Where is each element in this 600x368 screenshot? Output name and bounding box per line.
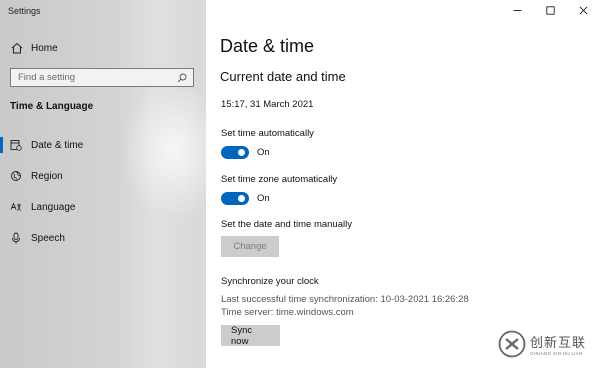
sync-title: Synchronize your clock [221,276,319,287]
calendar-clock-icon [10,140,22,151]
close-button[interactable] [567,3,600,17]
watermark-logo-icon [498,330,526,358]
toggle-state: On [257,147,270,158]
minimize-icon [513,9,522,11]
sidebar-item-date-time[interactable]: Date & time [0,132,206,158]
nav-list: Date & time Region Language Speech [0,132,206,256]
search-input[interactable]: Find a setting [10,68,194,87]
search-placeholder: Find a setting [18,72,76,83]
watermark: 创新互联 CHUANG XIN HU LIAN [498,326,594,362]
home-button[interactable]: Home [10,40,58,56]
section-heading: Current date and time [220,69,346,84]
maximize-button[interactable] [534,3,567,17]
change-button[interactable]: Change [221,236,279,257]
minimize-button[interactable] [501,3,534,17]
current-datetime: 15:17, 31 March 2021 [221,99,314,110]
set-time-auto-row: On [221,146,270,159]
sidebar-item-label: Speech [31,232,65,244]
home-icon [11,42,23,54]
home-label: Home [31,42,58,54]
set-manual-label: Set the date and time manually [221,219,352,230]
search-icon [177,73,187,82]
globe-icon [11,171,21,181]
sidebar-item-label: Region [31,170,63,182]
watermark-text: 创新互联 [530,336,587,351]
set-time-auto-toggle[interactable] [221,146,249,159]
section-title: Time & Language [10,101,94,112]
sidebar: Settings Home Find a setting Time & Lang… [0,0,206,368]
language-icon [10,202,22,211]
sync-now-button[interactable]: Sync now [221,325,280,347]
time-server-text: Time server: time.windows.com [221,307,354,318]
last-sync-text: Last successful time synchronization: 10… [221,294,469,305]
set-timezone-auto-label: Set time zone automatically [221,174,338,185]
page-title: Date & time [220,36,315,56]
window-controls [501,3,600,17]
set-timezone-auto-row: On [221,192,270,205]
maximize-icon [546,5,555,15]
sidebar-item-speech[interactable]: Speech [0,225,206,251]
app-title: Settings [8,6,41,16]
sidebar-item-language[interactable]: Language [0,194,206,220]
set-time-auto-label: Set time automatically [221,128,314,139]
sidebar-item-region[interactable]: Region [0,163,206,189]
main-panel: Date & time Current date and time 15:17,… [206,0,600,368]
sidebar-item-label: Language [31,201,76,213]
close-icon [579,5,588,15]
watermark-subtext: CHUANG XIN HU LIAN [530,351,583,356]
sidebar-item-label: Date & time [31,139,84,151]
microphone-icon [12,232,20,244]
set-timezone-auto-toggle[interactable] [221,192,249,205]
toggle-state: On [257,193,270,204]
